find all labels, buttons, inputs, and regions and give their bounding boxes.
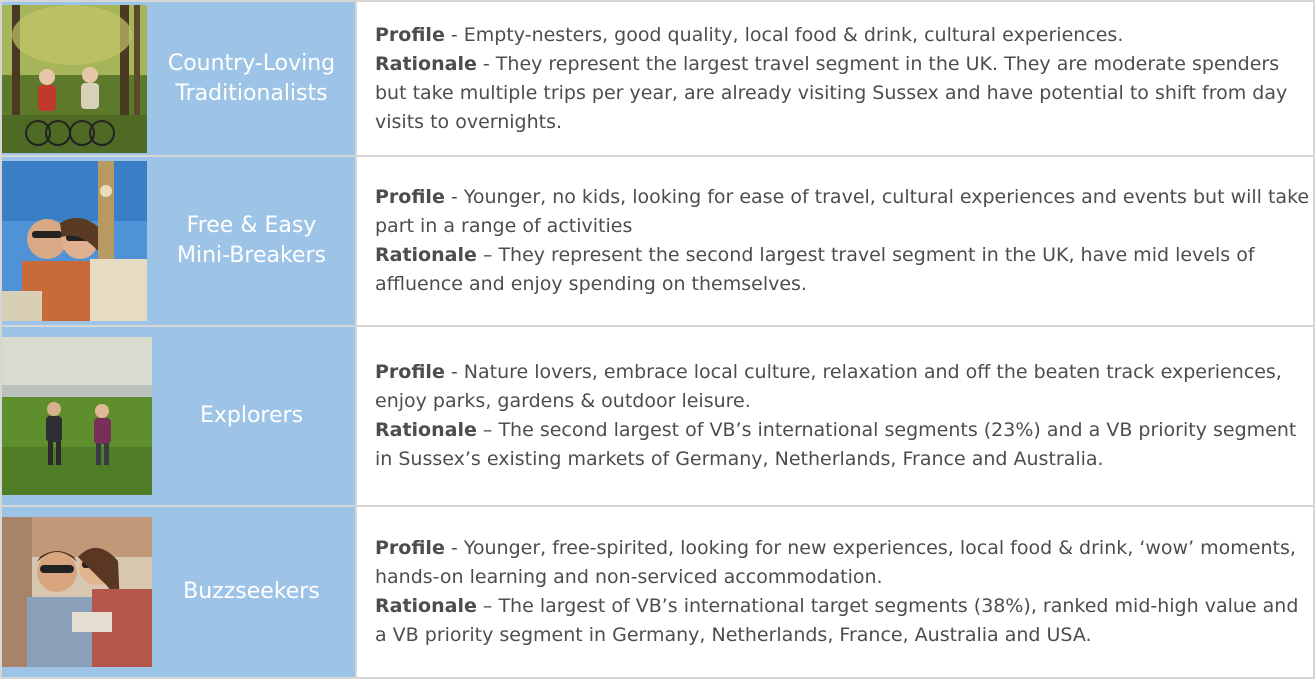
rationale-text: - They represent the largest travel segm… (375, 52, 1288, 133)
segment-row-free-easy-mini-breakers: Free & Easy Mini-Breakers Profile - Youn… (0, 155, 1315, 327)
profile-paragraph: Profile - Nature lovers, embrace local c… (375, 358, 1313, 416)
segment-name: Country-Loving Traditionalists (152, 49, 355, 109)
segment-description-cell: Profile - Empty-nesters, good quality, l… (355, 0, 1315, 157)
segment-name-line1: Buzzseekers (183, 579, 320, 604)
segment-name: Free & Easy Mini-Breakers (152, 211, 355, 271)
rationale-label: Rationale (375, 52, 477, 75)
couple-walking-field-photo (2, 327, 152, 505)
profile-label: Profile (375, 23, 445, 46)
segment-row-explorers: Explorers Profile - Nature lovers, embra… (0, 325, 1315, 507)
profile-paragraph: Profile - Younger, free-spirited, lookin… (375, 534, 1313, 592)
segment-name-line1: Free & Easy (186, 213, 317, 238)
segment-name-cell: Explorers (0, 325, 357, 507)
rationale-label: Rationale (375, 419, 477, 441)
profile-text: - Empty-nesters, good quality, local foo… (444, 23, 1124, 46)
segment-description-cell: Profile - Nature lovers, embrace local c… (355, 325, 1315, 507)
rationale-paragraph: Rationale – The second largest of VB’s i… (375, 416, 1313, 474)
segment-name-cell: Free & Easy Mini-Breakers (0, 155, 357, 327)
rationale-text: – The largest of VB’s international targ… (375, 595, 1299, 646)
profile-text: - Younger, no kids, looking for ease of … (375, 186, 1310, 237)
rationale-label: Rationale (375, 595, 477, 617)
segment-name-cell: Country-Loving Traditionalists (0, 0, 357, 157)
profile-paragraph: Profile - Empty-nesters, good quality, l… (375, 21, 1313, 50)
couple-piggyback-photo (2, 507, 152, 677)
rationale-paragraph: Rationale - They represent the largest t… (375, 50, 1313, 137)
couple-selfie-big-ben-photo (2, 157, 152, 325)
rationale-text: – They represent the second largest trav… (375, 244, 1255, 295)
segment-description-cell: Profile - Younger, free-spirited, lookin… (355, 505, 1315, 679)
segment-name-cell: Buzzseekers (0, 505, 357, 679)
segment-description-cell: Profile - Younger, no kids, looking for … (355, 155, 1315, 327)
segment-name-line1: Country-Loving (167, 50, 336, 76)
profile-text: - Nature lovers, embrace local culture, … (375, 361, 1282, 412)
profile-label: Profile (375, 361, 445, 383)
profile-paragraph: Profile - Younger, no kids, looking for … (375, 183, 1313, 241)
segment-row-buzzseekers: Buzzseekers Profile - Younger, free-spir… (0, 505, 1315, 679)
profile-label: Profile (375, 186, 445, 208)
segment-name-line2: Traditionalists (175, 80, 328, 106)
rationale-paragraph: Rationale – The largest of VB’s internat… (375, 592, 1313, 650)
cyclists-photo (2, 2, 152, 155)
segment-name: Explorers (152, 401, 355, 431)
rationale-label: Rationale (375, 244, 477, 266)
profile-label: Profile (375, 537, 445, 559)
rationale-paragraph: Rationale – They represent the second la… (375, 241, 1313, 299)
segment-name-line1: Explorers (199, 403, 304, 428)
segment-row-country-loving-traditionalists: Country-Loving Traditionalists Profile -… (0, 0, 1315, 157)
segment-name: Buzzseekers (152, 577, 355, 607)
segments-table: Country-Loving Traditionalists Profile -… (0, 0, 1315, 679)
profile-text: - Younger, free-spirited, looking for ne… (375, 537, 1296, 588)
segment-name-line2: Mini-Breakers (177, 243, 326, 268)
rationale-text: – The second largest of VB’s internation… (375, 419, 1297, 470)
